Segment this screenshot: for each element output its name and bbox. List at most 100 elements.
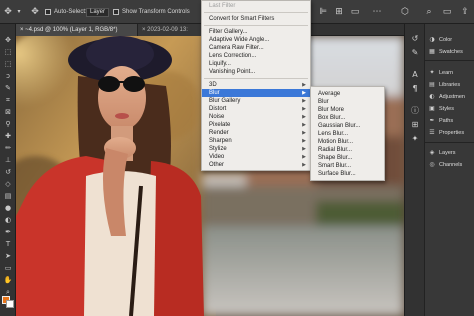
submenu-arrow-icon: ▶ bbox=[302, 106, 306, 112]
menu-item-label: Lens Correction... bbox=[209, 53, 257, 59]
auto-select-checkbox[interactable] bbox=[45, 9, 51, 15]
filter-menu-item[interactable]: Lens Correction... bbox=[202, 52, 310, 60]
blur-tool-icon[interactable]: ● bbox=[3, 204, 13, 213]
blur-submenu-item[interactable]: Motion Blur... bbox=[311, 138, 384, 146]
lightbulb-icon: ✦ bbox=[429, 69, 435, 76]
gradient-tool-icon[interactable]: ▤ bbox=[3, 192, 13, 201]
filter-menu-item[interactable]: Pixelate ▶ bbox=[202, 121, 310, 129]
brush-settings-icon[interactable]: ✎ bbox=[410, 48, 420, 58]
filter-menu-item[interactable]: Blur ▶ bbox=[202, 89, 310, 97]
filter-menu-item[interactable]: Liquify... bbox=[202, 60, 310, 68]
panel-item-label: Channels bbox=[439, 162, 463, 168]
filter-menu-item[interactable]: Filter Gallery... bbox=[202, 28, 310, 36]
filter-menu-item[interactable]: Sharpen ▶ bbox=[202, 137, 310, 145]
history-brush-tool-icon[interactable]: ↺ bbox=[3, 168, 13, 177]
blur-submenu-item[interactable]: Gaussian Blur... bbox=[311, 122, 384, 130]
blur-submenu-item[interactable]: Shape Blur... bbox=[311, 154, 384, 162]
align-right-icon[interactable]: ▭ bbox=[350, 7, 360, 17]
filter-menu-item[interactable]: Adaptive Wide Angle... bbox=[202, 36, 310, 44]
character-icon[interactable]: A bbox=[410, 70, 420, 80]
blur-submenu-item[interactable]: Surface Blur... bbox=[311, 170, 384, 178]
3d-mode-icon[interactable]: ⬡ bbox=[400, 7, 410, 17]
menu-item-label: Render bbox=[209, 130, 229, 136]
tab-document-1[interactable]: × ~4.psd @ 100% (Layer 1, RGB/8*) bbox=[16, 24, 138, 36]
panel-item-paths[interactable]: ✒ Paths bbox=[428, 116, 453, 126]
glyphs-icon[interactable]: ✦ bbox=[410, 134, 420, 144]
panel-item-learn[interactable]: ✦ Learn bbox=[428, 68, 453, 78]
hand-tool-icon[interactable]: ✋ bbox=[3, 276, 13, 285]
blur-submenu-item[interactable]: Smart Blur... bbox=[311, 162, 384, 170]
panel-item-swatches[interactable]: ▦ Swatches bbox=[428, 47, 463, 57]
artboard-tool-icon[interactable]: ⬚ bbox=[3, 48, 13, 57]
blur-submenu-item[interactable]: Blur bbox=[311, 98, 384, 106]
menu-item-label: Sharpen bbox=[209, 138, 232, 144]
align-left-icon[interactable]: ⊫ bbox=[318, 7, 328, 17]
rectangle-tool-icon[interactable]: ▭ bbox=[3, 264, 13, 273]
blur-submenu-item[interactable]: Lens Blur... bbox=[311, 130, 384, 138]
panel-item-label: Styles bbox=[439, 106, 454, 112]
menu-item-label: Adaptive Wide Angle... bbox=[209, 37, 270, 43]
info-icon[interactable]: ⓘ bbox=[410, 106, 420, 116]
move-tool-icon[interactable]: ✥ bbox=[3, 7, 13, 17]
brush-tool-icon[interactable]: ✏ bbox=[3, 144, 13, 153]
eraser-tool-icon[interactable]: ◇ bbox=[3, 180, 13, 189]
blur-submenu-item[interactable]: Average bbox=[311, 90, 384, 98]
background-color-swatch[interactable] bbox=[6, 300, 14, 308]
distribute-icon[interactable]: ⋯ bbox=[372, 7, 382, 17]
blur-submenu-item[interactable]: Blur More bbox=[311, 106, 384, 114]
align-center-icon[interactable]: ⊞ bbox=[334, 7, 344, 17]
panel-item-label: Learn bbox=[439, 70, 454, 76]
panel-item-adjustmen[interactable]: ◐ Adjustmen bbox=[428, 92, 465, 102]
path-selection-tool-icon[interactable]: ➤ bbox=[3, 252, 13, 261]
panel-item-layers[interactable]: ◈ Layers bbox=[428, 148, 456, 158]
lasso-tool-icon[interactable]: ↄ bbox=[3, 72, 13, 81]
navigator-icon[interactable]: ⊞ bbox=[410, 120, 420, 130]
filter-menu-item[interactable]: Video ▶ bbox=[202, 153, 310, 161]
quick-selection-tool-icon[interactable]: ✎ bbox=[3, 84, 13, 93]
crop-tool-icon[interactable]: ⌗ bbox=[3, 96, 13, 105]
filter-menu-item[interactable]: Camera Raw Filter... bbox=[202, 44, 310, 52]
filter-menu-item[interactable]: Distort ▶ bbox=[202, 105, 310, 113]
dodge-tool-icon[interactable]: ◐ bbox=[3, 216, 13, 225]
panel-item-color[interactable]: ◑ Color bbox=[428, 35, 452, 45]
libraries-icon: ▤ bbox=[429, 81, 435, 88]
filter-menu-item[interactable]: Stylize ▶ bbox=[202, 145, 310, 153]
filter-menu-item[interactable]: Render ▶ bbox=[202, 129, 310, 137]
frame-tool-icon[interactable]: ⊠ bbox=[3, 108, 13, 117]
move-tool-options-icon[interactable]: ✥ bbox=[30, 7, 40, 17]
filter-menu-item[interactable]: 3D ▶ bbox=[202, 81, 310, 89]
auto-select-target-select[interactable]: Layer bbox=[86, 8, 110, 17]
filter-menu-item[interactable]: Convert for Smart Filters bbox=[202, 15, 310, 23]
panel-item-properties[interactable]: ☰ Properties bbox=[428, 128, 464, 138]
filter-menu-item[interactable]: Noise ▶ bbox=[202, 113, 310, 121]
tool-preset-chevron-icon[interactable]: ▾ bbox=[14, 7, 24, 17]
type-tool-icon[interactable]: T bbox=[3, 240, 13, 249]
marquee-tool-icon[interactable]: ⬚ bbox=[3, 60, 13, 69]
menu-item-label: 3D bbox=[209, 82, 217, 88]
filter-menu-item[interactable]: Blur Gallery ▶ bbox=[202, 97, 310, 105]
pen-tool-icon[interactable]: ✒ bbox=[3, 228, 13, 237]
filter-menu-item[interactable]: Vanishing Point... bbox=[202, 68, 310, 76]
menu-separator bbox=[204, 12, 308, 13]
clone-stamp-tool-icon[interactable]: ⊥ bbox=[3, 156, 13, 165]
submenu-arrow-icon: ▶ bbox=[302, 98, 306, 104]
panel-item-libraries[interactable]: ▤ Libraries bbox=[428, 80, 460, 90]
blur-submenu-item[interactable]: Radial Blur... bbox=[311, 146, 384, 154]
history-icon[interactable]: ↺ bbox=[410, 34, 420, 44]
move-tool-icon[interactable]: ✥ bbox=[3, 36, 13, 45]
blur-submenu-item[interactable]: Box Blur... bbox=[311, 114, 384, 122]
tab-label: 2023-02-09 13: bbox=[147, 27, 188, 33]
filter-menu: Last Filter Convert for Smart Filters Filt… bbox=[201, 0, 311, 171]
menu-item-label: Blur bbox=[318, 99, 329, 105]
filter-menu-item[interactable]: Other ▶ bbox=[202, 161, 310, 169]
panel-item-styles[interactable]: ▣ Styles bbox=[428, 104, 454, 114]
healing-brush-tool-icon[interactable]: ✚ bbox=[3, 132, 13, 141]
workspace-icon[interactable]: ▭ bbox=[442, 7, 452, 17]
search-icon[interactable]: ⌕ bbox=[424, 7, 434, 17]
channels-icon: ◎ bbox=[429, 161, 435, 168]
share-icon[interactable]: ⇪ bbox=[460, 7, 470, 17]
panel-item-channels[interactable]: ◎ Channels bbox=[428, 160, 462, 170]
show-transform-controls-checkbox[interactable] bbox=[113, 9, 119, 15]
eyedropper-tool-icon[interactable]: ⚲ bbox=[3, 120, 13, 129]
paragraph-icon[interactable]: ¶ bbox=[410, 84, 420, 94]
